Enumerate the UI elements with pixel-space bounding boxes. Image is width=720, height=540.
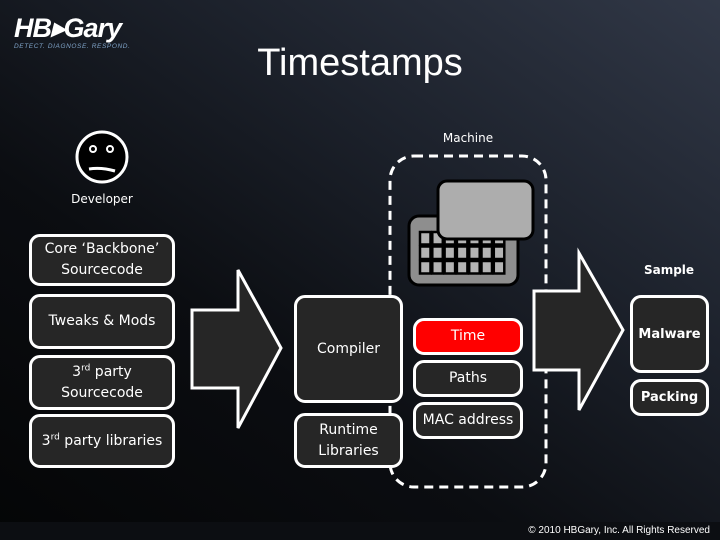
source-box-tweaks: Tweaks & Mods bbox=[29, 294, 175, 349]
source-box-label: Tweaks & Mods bbox=[48, 313, 156, 329]
keyboard-key bbox=[492, 259, 506, 275]
runtime-libraries-label: Runtime Libraries bbox=[318, 421, 379, 459]
sample-item-label: Packing bbox=[640, 390, 699, 405]
source-box-core-backbone: Core ‘Backbone’ Sourcecode bbox=[29, 234, 175, 286]
keyboard-key bbox=[431, 259, 445, 275]
source-box-label: Core ‘Backbone’ Sourcecode bbox=[44, 241, 160, 278]
source-box-label: 3rd party libraries bbox=[41, 431, 163, 449]
machine-attr-label: Time bbox=[450, 328, 486, 344]
runtime-libraries-box: Runtime Libraries bbox=[294, 413, 403, 468]
source-box-label: 3rd party Sourcecode bbox=[61, 362, 143, 401]
keyboard-key bbox=[455, 245, 469, 261]
keyboard-key bbox=[418, 230, 432, 246]
keyboard-key bbox=[492, 245, 506, 261]
machine-attr-label: Paths bbox=[448, 370, 488, 386]
keyboard-key bbox=[443, 245, 457, 261]
keyboard-key bbox=[467, 259, 481, 275]
keyboard-key bbox=[431, 245, 445, 261]
keyboard-key bbox=[443, 259, 457, 275]
machine-attr-time: Time bbox=[413, 318, 523, 355]
compiler-label: Compiler bbox=[316, 340, 380, 357]
developer-label: Developer bbox=[71, 192, 133, 206]
machine-attr-paths: Paths bbox=[413, 360, 523, 397]
machine-attr-label: MAC address bbox=[422, 412, 514, 428]
source-box-3rd-party-sourcecode: 3rd party Sourcecode bbox=[29, 355, 175, 410]
keyboard-key bbox=[467, 245, 481, 261]
computer-keyboard-icon bbox=[407, 179, 535, 287]
keyboard-key bbox=[455, 259, 469, 275]
keyboard-key bbox=[418, 245, 432, 261]
copyright-text: © 2010 HBGary, Inc. All Rights Reserved bbox=[528, 525, 710, 536]
sample-malware-box: Malware bbox=[630, 295, 709, 373]
sample-packing-box: Packing bbox=[630, 379, 709, 416]
compiler-box: Compiler bbox=[294, 295, 403, 403]
keyboard-key bbox=[480, 259, 494, 275]
sad-face-icon bbox=[75, 130, 129, 184]
keyboard-key bbox=[418, 259, 432, 275]
sample-item-label: Malware bbox=[638, 326, 701, 342]
machine-attr-mac-address: MAC address bbox=[413, 402, 523, 439]
source-box-3rd-party-libraries: 3rd party libraries bbox=[29, 414, 175, 468]
sample-label: Sample bbox=[643, 263, 695, 277]
build-arrow bbox=[190, 269, 283, 429]
keyboard-key bbox=[480, 245, 494, 261]
machine-label: Machine bbox=[442, 131, 494, 145]
